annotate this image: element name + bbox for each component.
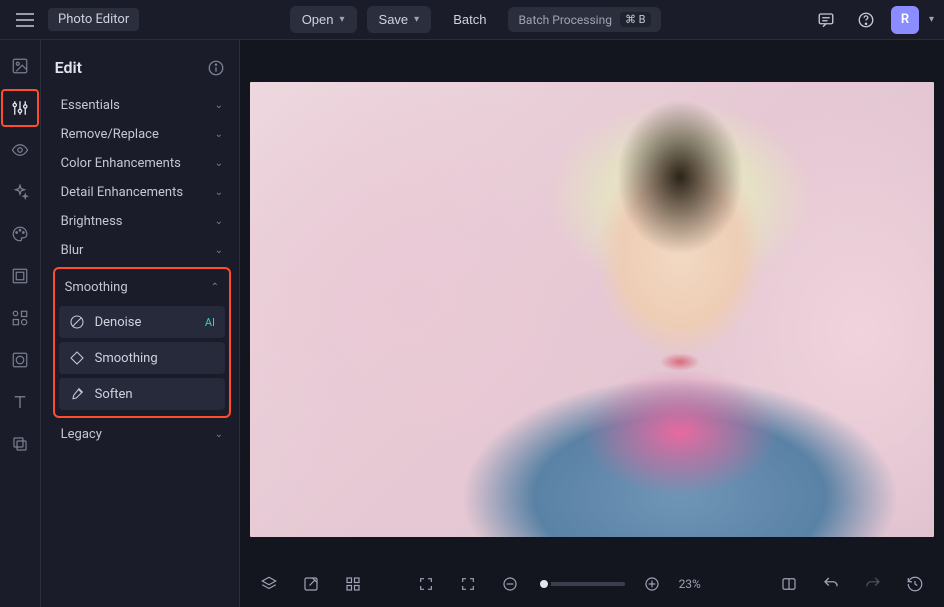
section-detail-enhancements[interactable]: Detail Enhancements ⌄	[55, 178, 229, 207]
section-label: Legacy	[61, 427, 102, 442]
overlay-icon[interactable]	[8, 348, 32, 372]
zoom-in-button[interactable]	[637, 569, 667, 599]
fit-button[interactable]	[453, 569, 483, 599]
image-icon[interactable]	[8, 54, 32, 78]
palette-icon[interactable]	[8, 222, 32, 246]
stack-icon[interactable]	[8, 432, 32, 456]
save-button[interactable]: Save ▾	[367, 6, 432, 33]
section-label: Essentials	[61, 98, 120, 113]
zoom-out-button[interactable]	[495, 569, 525, 599]
open-label: Open	[302, 12, 334, 27]
redo-button[interactable]	[858, 569, 888, 599]
chevron-down-icon: ▾	[340, 14, 345, 25]
save-label: Save	[379, 12, 409, 27]
info-icon[interactable]	[207, 59, 225, 77]
zoom-slider[interactable]	[537, 582, 625, 586]
eye-icon[interactable]	[8, 138, 32, 162]
section-smoothing[interactable]: Smoothing ⌃	[59, 273, 225, 302]
chevron-down-icon: ⌄	[215, 187, 223, 198]
smoothing-item-denoise[interactable]: Denoise AI	[59, 306, 225, 338]
grid-button[interactable]	[338, 569, 368, 599]
denoise-icon	[69, 314, 85, 330]
batch-button[interactable]: Batch	[441, 6, 498, 33]
section-blur[interactable]: Blur ⌄	[55, 236, 229, 265]
zoom-slider-knob[interactable]	[537, 577, 551, 591]
chevron-down-icon: ⌄	[215, 216, 223, 227]
panel-title: Edit	[55, 58, 82, 77]
compare-button[interactable]	[774, 569, 804, 599]
help-button[interactable]	[851, 5, 881, 35]
chevron-down-icon: ⌄	[215, 158, 223, 169]
sub-item-label: Denoise	[95, 315, 142, 330]
sparkle-icon[interactable]	[8, 180, 32, 204]
open-button[interactable]: Open ▾	[290, 6, 357, 33]
chevron-down-icon: ⌄	[215, 129, 223, 140]
section-label: Smoothing	[65, 280, 128, 295]
elements-icon[interactable]	[8, 306, 32, 330]
smoothing-item-smoothing[interactable]: Smoothing	[59, 342, 225, 374]
frame-icon[interactable]	[8, 264, 32, 288]
menu-button[interactable]	[10, 5, 40, 35]
section-smoothing-group: Smoothing ⌃ Denoise AI Smoothing Soften	[53, 267, 231, 418]
chevron-down-icon: ⌄	[215, 429, 223, 440]
canvas-footer: 23%	[240, 559, 944, 607]
chevron-down-icon: ⌄	[215, 100, 223, 111]
zoom-value: 23%	[679, 577, 701, 591]
history-button[interactable]	[900, 569, 930, 599]
photo-canvas[interactable]	[250, 82, 934, 537]
batch-processing-label: Batch Processing	[518, 13, 611, 27]
smoothing-item-soften[interactable]: Soften	[59, 378, 225, 410]
section-label: Blur	[61, 243, 84, 258]
section-label: Detail Enhancements	[61, 185, 183, 200]
batch-processing-badge[interactable]: Batch Processing ⌘ B	[508, 7, 660, 32]
fullscreen-button[interactable]	[411, 569, 441, 599]
chevron-down-icon: ⌄	[215, 245, 223, 256]
edit-panel: Edit Essentials ⌄ Remove/Replace ⌄ Color…	[41, 40, 240, 607]
avatar[interactable]: R	[891, 6, 919, 34]
diamond-icon	[69, 350, 85, 366]
chevron-down-icon[interactable]: ▾	[929, 14, 934, 25]
ai-tag: AI	[205, 316, 215, 329]
sub-item-label: Soften	[95, 387, 133, 402]
brush-icon	[69, 386, 85, 402]
batch-shortcut: ⌘ B	[620, 12, 651, 27]
comments-button[interactable]	[811, 5, 841, 35]
section-legacy[interactable]: Legacy ⌄	[55, 420, 229, 449]
chevron-down-icon: ▾	[414, 14, 419, 25]
canvas-area: 23%	[240, 40, 944, 607]
section-label: Remove/Replace	[61, 127, 159, 142]
section-remove-replace[interactable]: Remove/Replace ⌄	[55, 120, 229, 149]
toolstrip	[0, 40, 41, 607]
section-brightness[interactable]: Brightness ⌄	[55, 207, 229, 236]
section-essentials[interactable]: Essentials ⌄	[55, 91, 229, 120]
layers-button[interactable]	[254, 569, 284, 599]
export-button[interactable]	[296, 569, 326, 599]
adjust-icon[interactable]	[8, 96, 32, 120]
section-color-enhancements[interactable]: Color Enhancements ⌄	[55, 149, 229, 178]
undo-button[interactable]	[816, 569, 846, 599]
sub-item-label: Smoothing	[95, 351, 158, 366]
section-label: Brightness	[61, 214, 123, 229]
text-icon[interactable]	[8, 390, 32, 414]
app-title: Photo Editor	[48, 8, 139, 31]
section-label: Color Enhancements	[61, 156, 181, 171]
chevron-up-icon: ⌃	[211, 282, 219, 293]
